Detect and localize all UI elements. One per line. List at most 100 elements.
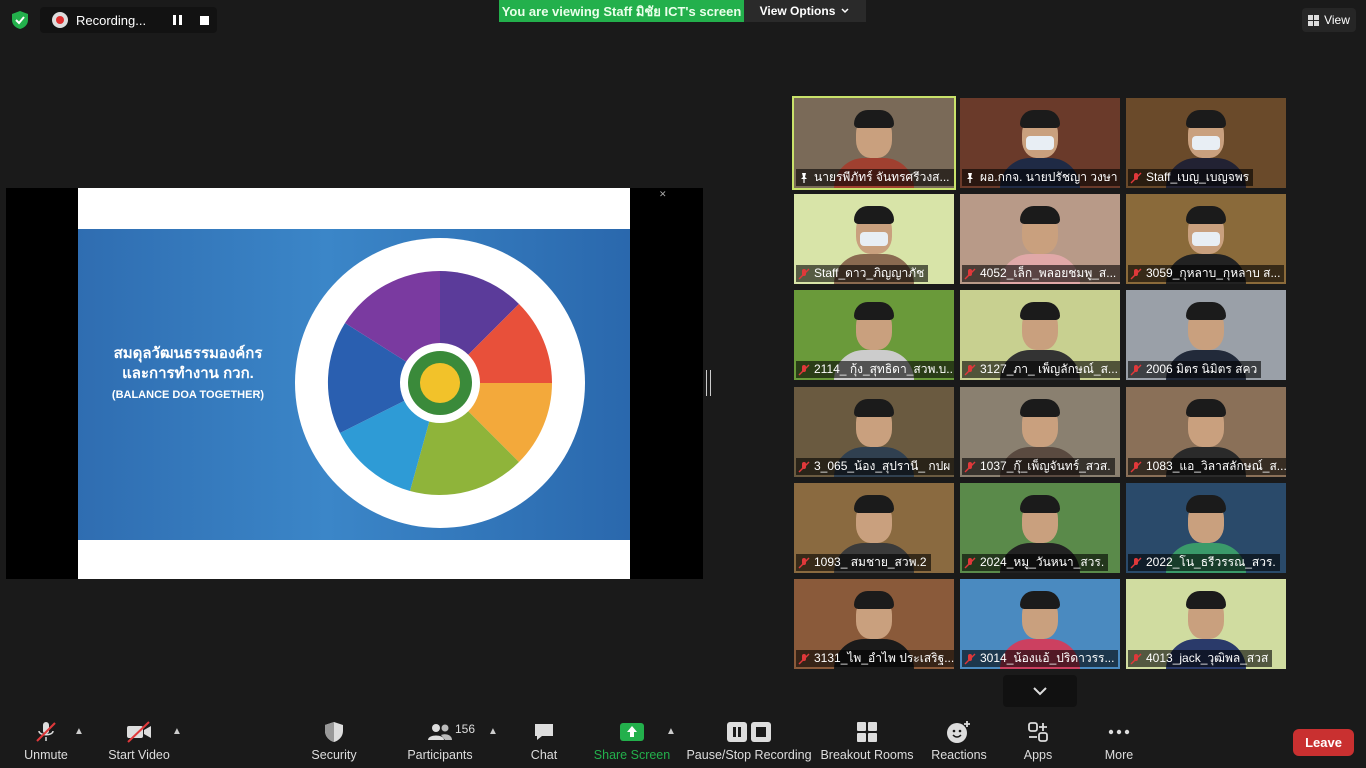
participant-hair xyxy=(1186,302,1226,320)
participant-tile[interactable]: 3014_น้องแอ้_ปริดาวรร... xyxy=(960,579,1120,669)
participant-tile[interactable]: 2114_ กุ้ง_สุทธิดา_สวพ.บ... xyxy=(794,290,954,380)
recording-indicator: Recording... xyxy=(40,7,217,33)
muted-mic-icon xyxy=(798,461,810,472)
pause-recording-icon[interactable] xyxy=(173,15,182,25)
security-button[interactable]: Security xyxy=(308,708,360,768)
leave-button[interactable]: Leave xyxy=(1293,729,1354,756)
participant-tile[interactable]: 4052_เล็ก_พลอยชมพู_ส... xyxy=(960,194,1120,284)
chevron-down-icon xyxy=(841,8,849,14)
unmute-button[interactable]: Unmute xyxy=(20,708,72,768)
reactions-button[interactable]: Reactions xyxy=(930,708,988,768)
participant-tile[interactable]: 3_065_น้อง_สุปรานี_ กปผ xyxy=(794,387,954,477)
start-video-button[interactable]: Start Video xyxy=(104,708,174,768)
muted-mic-icon xyxy=(798,268,810,279)
audio-options-caret[interactable]: ▲ xyxy=(74,726,84,737)
participants-caret[interactable]: ▲ xyxy=(488,726,498,737)
smiley-plus-icon xyxy=(947,721,970,743)
muted-mic-icon xyxy=(1130,364,1142,375)
participant-tile[interactable]: นายรพีภัทร์ จันทรศรีวงส... xyxy=(792,96,956,190)
participant-tile[interactable]: 2022_โน_ธรีวรรณ_สวร. xyxy=(1126,483,1286,573)
participant-hair xyxy=(1020,591,1060,609)
breakout-rooms-button[interactable]: Breakout Rooms xyxy=(820,708,914,768)
participant-tile[interactable]: 1093_ สมชาย_สวพ.2 xyxy=(794,483,954,573)
participant-name: นายรพีภัทร์ จันทรศรีวงส... xyxy=(814,170,950,184)
chat-button[interactable]: Chat xyxy=(525,708,563,768)
muted-mic-icon xyxy=(1130,268,1142,279)
apps-label: Apps xyxy=(1023,748,1053,762)
participants-label: Participants xyxy=(407,748,473,762)
participant-count: 156 xyxy=(455,722,476,736)
pin-icon xyxy=(967,172,973,183)
participant-hair xyxy=(1186,495,1226,513)
participant-tile[interactable]: 1037_กุ๊_เพ็ญจันทร์_สวส. xyxy=(960,387,1120,477)
participant-tile[interactable]: Staff_เบญ_เบญจพร xyxy=(1126,98,1286,188)
face-mask xyxy=(1026,136,1054,150)
people-icon xyxy=(428,724,452,740)
participant-name: Staff_เบญ_เบญจพร xyxy=(1146,170,1250,184)
participant-tile[interactable]: 3131_ไพ_อำไพ ประเสริฐ... xyxy=(794,579,954,669)
participant-hair xyxy=(854,110,894,128)
participant-tile[interactable]: 2006 มิตร นิมิตร สคว xyxy=(1126,290,1286,380)
participants-button[interactable]: Participants xyxy=(405,708,475,768)
slide-title-line3: (BALANCE DOA TOGETHER) xyxy=(111,389,265,401)
muted-mic-icon xyxy=(798,653,810,664)
participant-tile[interactable]: 1083_แอ_วิลาสลักษณ์_ส... xyxy=(1126,387,1286,477)
participant-name-label: 1037_กุ๊_เพ็ญจันทร์_สวส. xyxy=(962,458,1115,475)
balance-wheel-graphic xyxy=(295,238,585,528)
video-options-caret[interactable]: ▲ xyxy=(172,726,182,737)
participant-name: 2022_โน_ธรีวรรณ_สวร. xyxy=(1146,555,1276,569)
pause-stop-recording-button[interactable]: Pause/Stop Recording xyxy=(686,708,812,768)
participant-tile[interactable]: 3059_กุหลาบ_กุหลาบ ส... xyxy=(1126,194,1286,284)
participant-name-label: 1093_ สมชาย_สวพ.2 xyxy=(796,554,931,571)
apps-button[interactable]: Apps xyxy=(1016,708,1060,768)
slide-title-line1: สมดุลวัฒนธรรมองค์กร xyxy=(113,345,263,362)
participant-name: 3_065_น้อง_สุปรานี_ กปผ xyxy=(814,459,951,473)
participant-tile[interactable]: ผอ.กกจ. นายปรัชญา วงษา xyxy=(960,98,1120,188)
participant-hair xyxy=(1186,399,1226,417)
face-mask xyxy=(1192,232,1220,246)
participant-name: 2114_ กุ้ง_สุทธิดา_สวพ.บ... xyxy=(814,362,954,376)
view-options-button[interactable]: View Options xyxy=(744,0,866,22)
participant-name: 1093_ สมชาย_สวพ.2 xyxy=(814,555,927,569)
security-shield-icon[interactable] xyxy=(10,10,30,30)
participant-hair xyxy=(854,591,894,609)
share-screen-button[interactable]: Share Screen xyxy=(594,708,670,768)
participant-tile[interactable]: 2024_หมู_วันหนา_สวร. xyxy=(960,483,1120,573)
slide-title-line2: และการทำงาน กวก. xyxy=(122,365,254,382)
muted-mic-icon xyxy=(1130,172,1142,183)
slide-background: สมดุลวัฒนธรรมองค์กร และการทำงาน กวก. (BA… xyxy=(78,229,630,540)
participant-tile[interactable]: Staff_ดาว_ภิญญาภัช xyxy=(794,194,954,284)
shield-icon xyxy=(325,722,343,742)
shared-screen[interactable]: สมดุลวัฒนธรรมองค์กร และการทำงาน กวก. (BA… xyxy=(6,188,703,579)
share-options-caret[interactable]: ▲ xyxy=(666,726,676,737)
fullscreen-icon[interactable]: ✕ xyxy=(659,189,667,200)
participant-hair xyxy=(854,495,894,513)
participant-name-label: 2024_หมู_วันหนา_สวร. xyxy=(962,554,1109,571)
participant-name: 3059_กุหลาบ_กุหลาบ ส... xyxy=(1146,266,1281,280)
view-options-label: View Options xyxy=(759,4,836,18)
participant-name-label: 2022_โน_ธรีวรรณ_สวร. xyxy=(1128,554,1280,571)
collapse-gallery-button[interactable] xyxy=(1003,675,1077,707)
more-button[interactable]: More xyxy=(1098,708,1140,768)
participant-hair xyxy=(1020,399,1060,417)
participant-hair xyxy=(1020,495,1060,513)
view-layout-button[interactable]: View xyxy=(1302,8,1356,32)
participant-name: 1037_กุ๊_เพ็ญจันทร์_สวส. xyxy=(980,459,1111,473)
participant-hair xyxy=(1020,110,1060,128)
participant-tile[interactable]: 4013_jack_วุฒิพล_สวส xyxy=(1126,579,1286,669)
stop-recording-icon[interactable] xyxy=(200,15,209,25)
participant-name: 4052_เล็ก_พลอยชมพู_ส... xyxy=(980,266,1117,280)
resize-handle[interactable] xyxy=(706,370,711,396)
muted-mic-icon xyxy=(964,461,976,472)
participant-name-label: Staff_เบญ_เบญจพร xyxy=(1128,169,1254,186)
slide-title-block: สมดุลวัฒนธรรมองค์กร และการทำงาน กวก. (BA… xyxy=(88,344,288,401)
participant-name: 3014_น้องแอ้_ปริดาวรร... xyxy=(980,651,1115,665)
participant-name: 2024_หมู_วันหนา_สวร. xyxy=(980,555,1105,569)
muted-mic-icon xyxy=(36,722,56,742)
recording-label: Recording... xyxy=(76,12,147,28)
muted-mic-icon xyxy=(798,364,810,375)
participant-tile[interactable]: 3127_ภา_ เพ็ญลักษณ์_ส... xyxy=(960,290,1120,380)
meeting-toolbar: Unmute ▲ Start Video ▲ Security Particip… xyxy=(0,708,1366,768)
reactions-label: Reactions xyxy=(931,748,987,762)
participant-name-label: Staff_ดาว_ภิญญาภัช xyxy=(796,265,929,282)
